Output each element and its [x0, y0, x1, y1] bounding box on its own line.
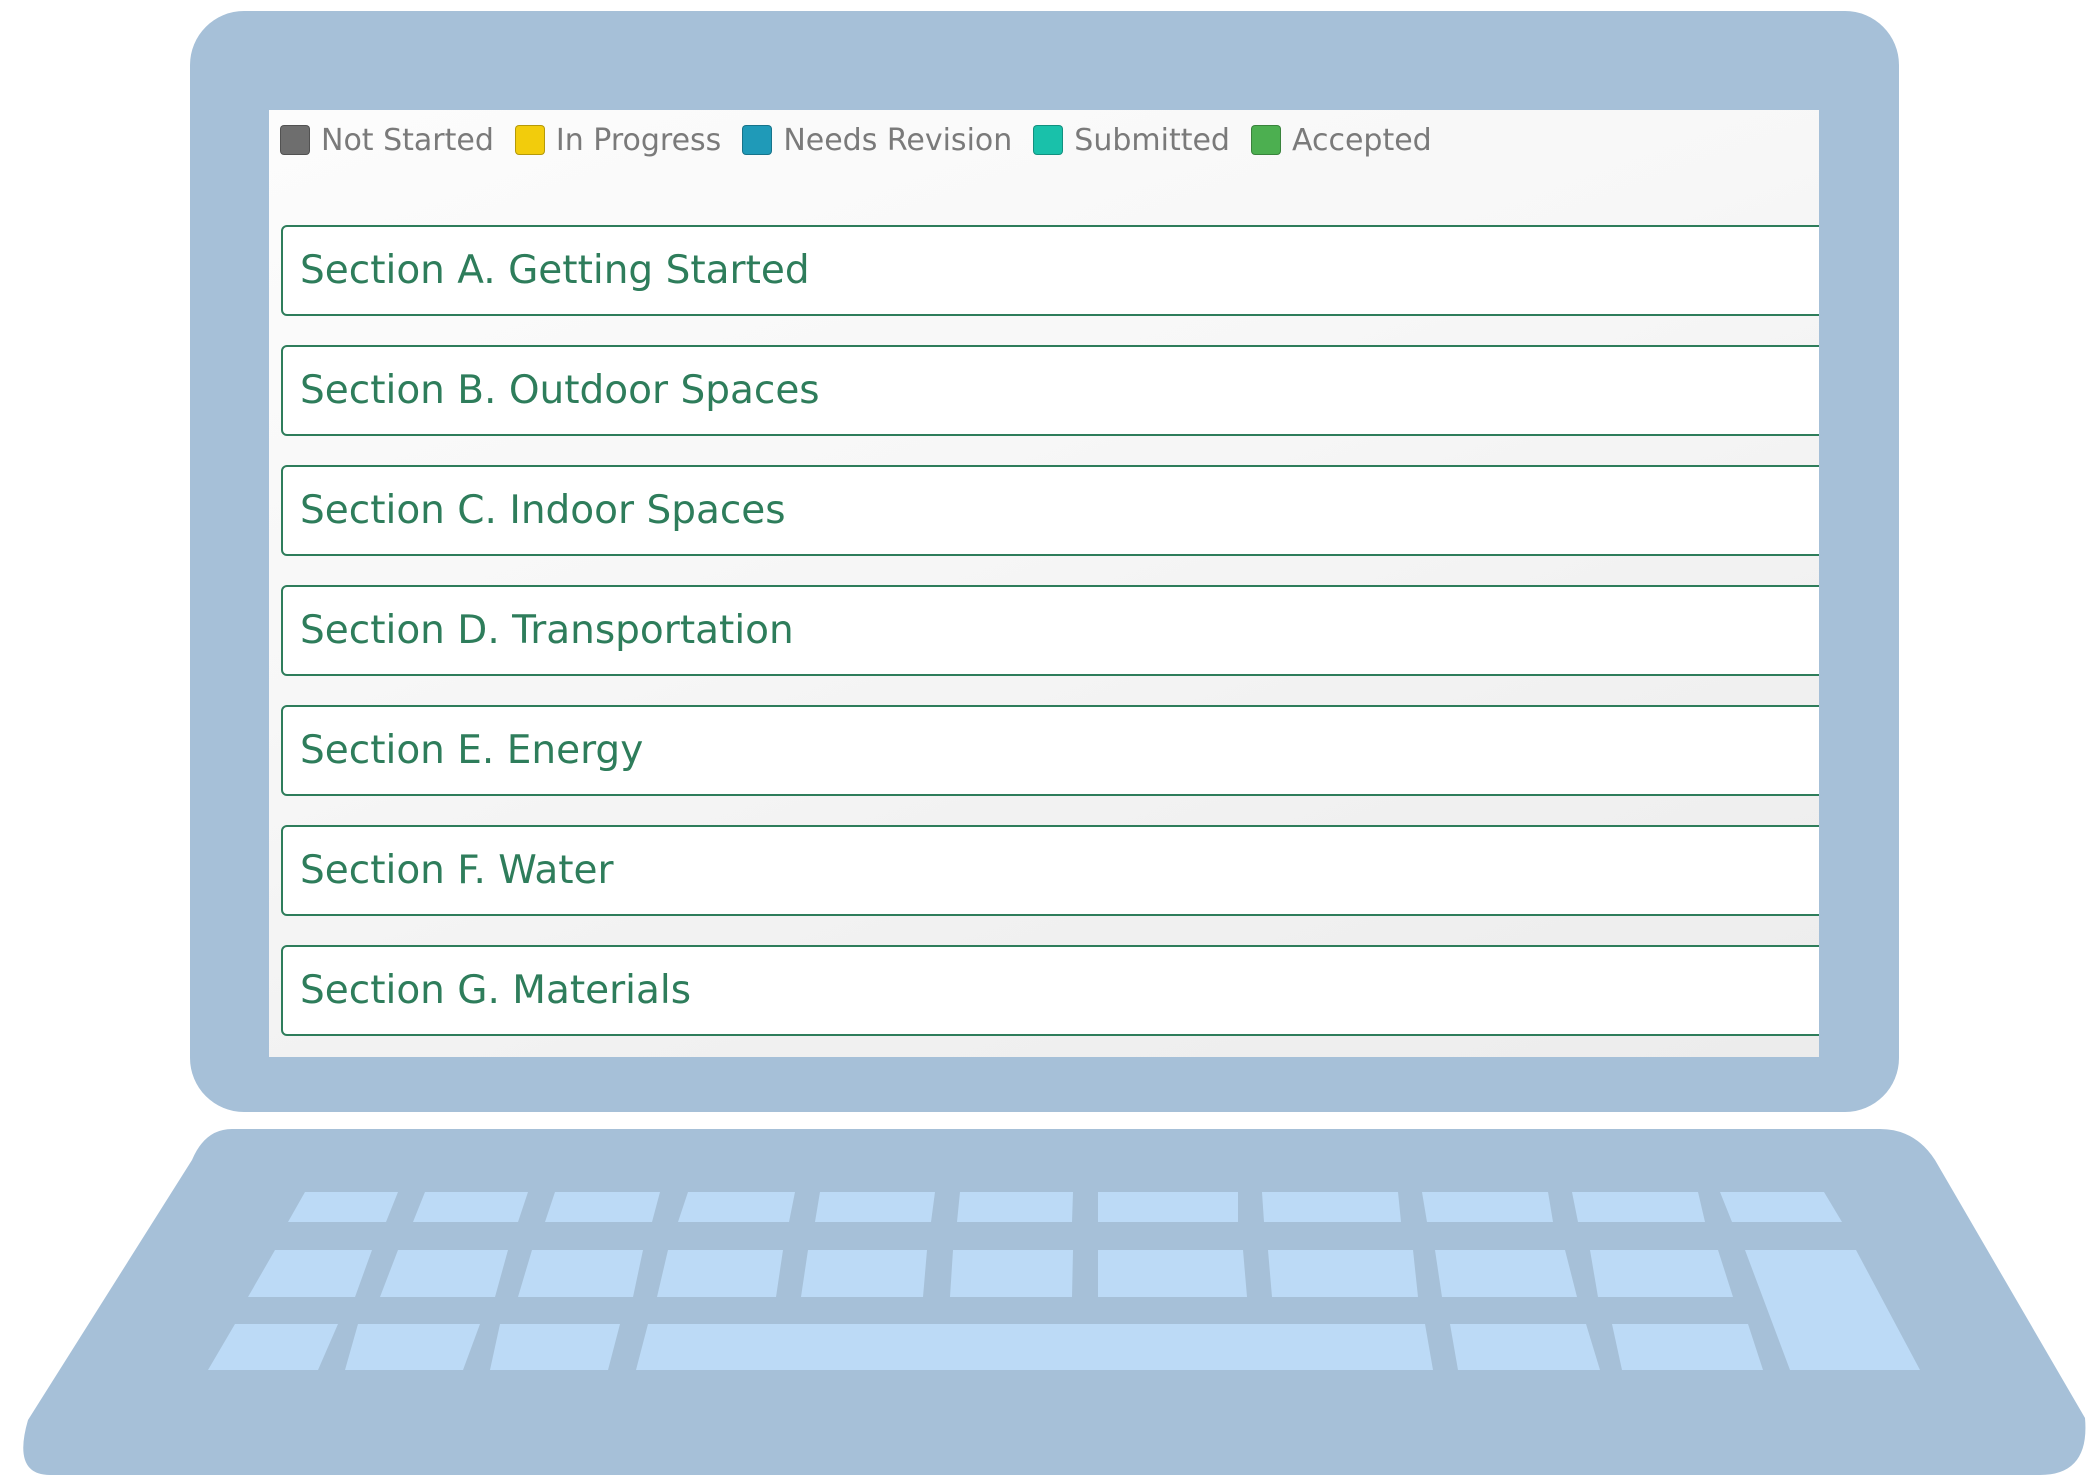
keyboard-keys: [208, 1192, 1920, 1370]
needs-revision-swatch: [742, 125, 773, 155]
key: [288, 1192, 398, 1222]
legend-label: In Progress: [555, 122, 722, 158]
legend-not-started: Not Started: [280, 123, 494, 158]
key: [1612, 1324, 1763, 1370]
section-e-energy[interactable]: Section E. Energy: [281, 705, 1819, 796]
legend-accepted: Accepted: [1250, 122, 1432, 158]
accepted-swatch: [1250, 125, 1281, 155]
key: [801, 1250, 927, 1297]
legend-label: Submitted: [1074, 122, 1230, 158]
section-title: Section A. Getting Started: [300, 248, 810, 293]
key: [1572, 1192, 1705, 1222]
legend-in-progress: In Progress: [514, 122, 722, 158]
section-title: Section G. Materials: [300, 968, 692, 1013]
submitted-swatch: [1033, 125, 1064, 155]
section-d-transportation[interactable]: Section D. Transportation: [281, 585, 1819, 676]
legend-label: Accepted: [1291, 122, 1432, 158]
section-f-water[interactable]: Section F. Water: [281, 825, 1819, 916]
laptop-illustration: Not Started In Progress Needs Revision S…: [0, 0, 2090, 1475]
key: [657, 1250, 783, 1297]
key: [490, 1324, 620, 1370]
laptop-screen: Not Started In Progress Needs Revision S…: [269, 110, 1819, 1057]
section-list: Section A. Getting Started Section B. Ou…: [281, 225, 1819, 1057]
section-a-getting-started[interactable]: Section A. Getting Started: [281, 225, 1819, 316]
key: [815, 1192, 935, 1222]
key: [1590, 1250, 1733, 1297]
key: [1262, 1192, 1401, 1222]
legend-label: Needs Revision: [783, 122, 1013, 158]
key: [413, 1192, 528, 1222]
key: [1268, 1250, 1418, 1297]
section-title: Section C. Indoor Spaces: [300, 488, 786, 533]
key: [345, 1324, 480, 1370]
section-g-materials[interactable]: Section G. Materials: [281, 945, 1819, 1036]
spacebar-key: [636, 1324, 1433, 1370]
key: [1098, 1192, 1238, 1222]
key: [1720, 1192, 1842, 1222]
key: [518, 1250, 643, 1297]
status-legend: Not Started In Progress Needs Revision S…: [280, 118, 1453, 162]
key: [678, 1192, 795, 1222]
section-c-indoor-spaces[interactable]: Section C. Indoor Spaces: [281, 465, 1819, 556]
key: [950, 1250, 1073, 1297]
key: [957, 1192, 1073, 1222]
section-title: Section B. Outdoor Spaces: [300, 368, 820, 413]
legend-label: Not Started: [321, 122, 494, 158]
section-b-outdoor-spaces[interactable]: Section B. Outdoor Spaces: [281, 345, 1819, 436]
key: [1435, 1250, 1577, 1297]
section-title: Section F. Water: [300, 848, 614, 893]
section-title: Section E. Energy: [300, 728, 644, 773]
key: [545, 1192, 660, 1222]
key: [380, 1250, 508, 1297]
key: [1098, 1250, 1247, 1297]
not-started-swatch: [280, 125, 310, 155]
key: [1422, 1192, 1553, 1222]
legend-submitted: Submitted: [1033, 123, 1230, 158]
in-progress-swatch: [514, 125, 545, 155]
section-title: Section D. Transportation: [300, 608, 794, 653]
key: [1450, 1324, 1600, 1370]
legend-needs-revision: Needs Revision: [742, 123, 1012, 158]
